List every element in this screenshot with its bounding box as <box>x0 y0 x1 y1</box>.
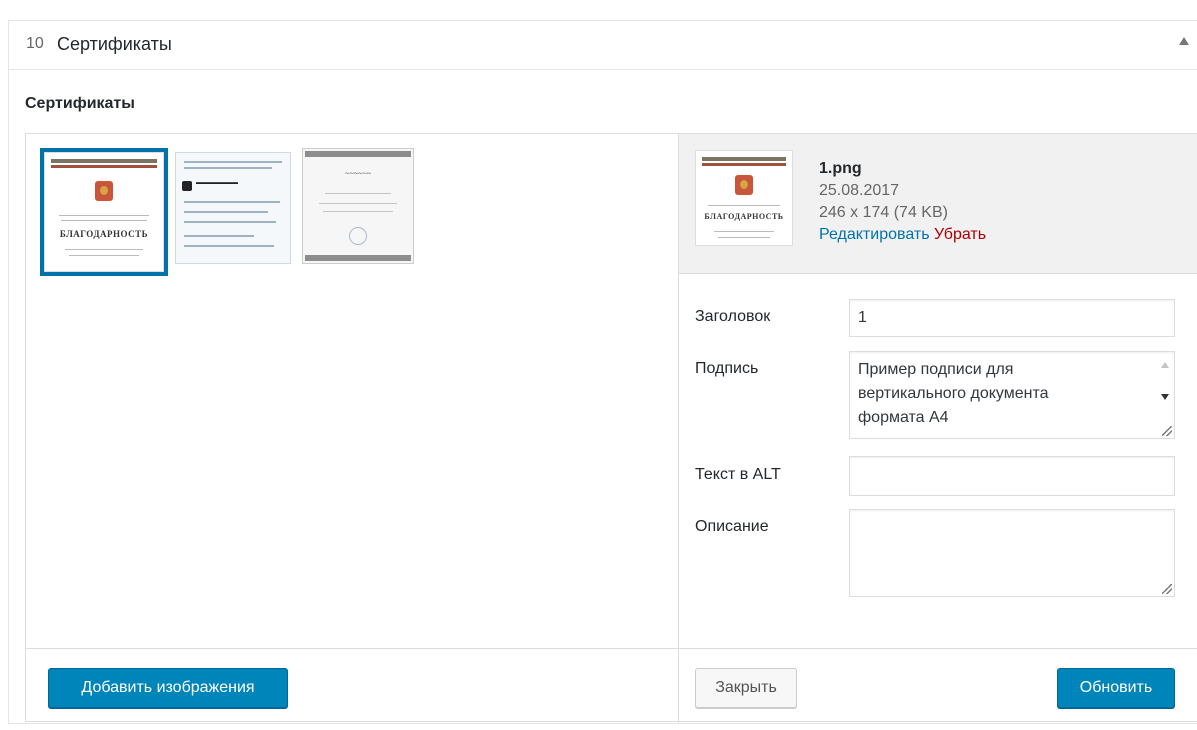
attachment-dimensions: 246 x 174 (74 KB) <box>819 204 948 221</box>
certificates-metabox: 10 Сертификаты Сертификаты БЛАГОДАРНОСТЬ… <box>8 20 1197 724</box>
description-label: Описание <box>695 518 769 535</box>
metabox-header[interactable]: 10 Сертификаты <box>9 21 1197 70</box>
alt-text-label: Текст в ALT <box>695 466 781 483</box>
scroll-down-arrow-icon[interactable] <box>1161 394 1169 400</box>
caption-line: формата А4 <box>858 409 949 426</box>
gallery-thumbnail-2[interactable]: ▬▬▬▬▬▬▬ <box>175 152 291 264</box>
close-button[interactable]: Закрыть <box>695 668 797 708</box>
coat-of-arms-icon <box>735 175 753 195</box>
certificate-title-icon: ▬▬▬▬▬▬▬ <box>196 180 238 186</box>
attachment-meta: 1.png 25.08.2017 246 x 174 (74 KB) Редак… <box>819 158 986 246</box>
description-textarea[interactable] <box>849 509 1175 597</box>
add-images-button[interactable]: Добавить изображения <box>48 668 288 708</box>
field-label: Сертификаты <box>25 95 135 112</box>
attachment-filename: 1.png <box>819 160 862 177</box>
caption-line: Пример подписи для <box>858 361 1014 378</box>
remove-attachment-link[interactable]: Убрать <box>934 226 986 243</box>
gallery-field: БЛАГОДАРНОСТЬ ▬▬▬▬▬▬▬ ~~~~~~ Добавить из… <box>25 133 1197 723</box>
metabox-order-number: 10 <box>26 35 44 52</box>
gallery-toolbar: Добавить изображения <box>26 648 678 723</box>
resize-handle-icon[interactable] <box>1162 584 1172 594</box>
gallery-thumbnail-3[interactable]: ~~~~~~ <box>302 148 414 264</box>
thumbnail-caption-word: БЛАГОДАРНОСТЬ <box>59 229 149 239</box>
alt-text-input[interactable] <box>849 456 1175 496</box>
seal-stamp-icon <box>349 227 367 245</box>
preview-caption-word: БЛАГОДАРНОСТЬ <box>704 212 784 221</box>
edit-attachment-link[interactable]: Редактировать <box>819 226 930 243</box>
attachment-preview-image: БЛАГОДАРНОСТЬ <box>695 150 793 246</box>
caption-textarea[interactable]: Пример подписи для вертикального докумен… <box>849 351 1175 439</box>
caption-line: вертикального документа <box>858 385 1049 402</box>
scroll-up-arrow-icon[interactable] <box>1161 362 1169 368</box>
certificate-script-title-icon: ~~~~~~ <box>345 169 371 178</box>
gallery-thumbnail-1[interactable]: БЛАГОДАРНОСТЬ <box>40 148 168 276</box>
attachment-info: БЛАГОДАРНОСТЬ 1.png 25.08.2017 246 x 174… <box>679 134 1197 274</box>
attachment-details-panel: БЛАГОДАРНОСТЬ 1.png 25.08.2017 246 x 174… <box>678 134 1197 723</box>
title-input[interactable] <box>849 299 1175 337</box>
title-label: Заголовок <box>695 308 771 325</box>
coat-of-arms-icon <box>95 181 113 201</box>
resize-handle-icon[interactable] <box>1162 426 1172 436</box>
certificate-logo-icon <box>182 181 192 191</box>
details-toolbar: Закрыть Обновить <box>679 648 1197 723</box>
gallery-thumbnails: БЛАГОДАРНОСТЬ ▬▬▬▬▬▬▬ ~~~~~~ <box>26 134 678 648</box>
caption-label: Подпись <box>695 360 759 377</box>
metabox-title: Сертификаты <box>57 34 172 54</box>
attachment-date: 25.08.2017 <box>819 182 900 199</box>
attachment-actions: Редактировать Убрать <box>819 224 986 246</box>
collapse-toggle-icon[interactable] <box>1179 37 1189 45</box>
update-button[interactable]: Обновить <box>1057 668 1175 708</box>
